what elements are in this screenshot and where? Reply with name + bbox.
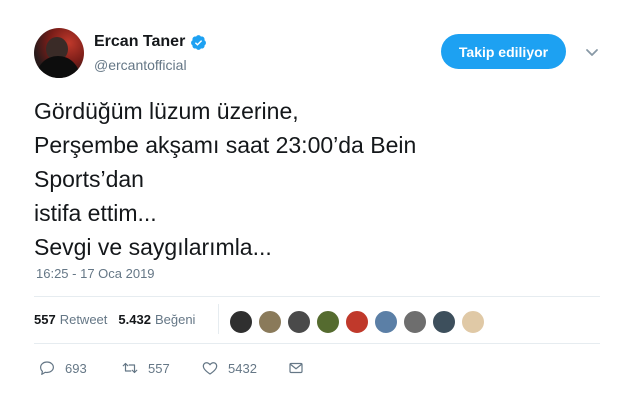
liker-avatar[interactable]: [287, 310, 311, 334]
retweets-stat[interactable]: 557 Retweet: [34, 312, 107, 327]
tweet-line: Sevgi ve saygılarımla...: [34, 234, 272, 260]
liker-avatar[interactable]: [345, 310, 369, 334]
liker-avatar[interactable]: [374, 310, 398, 334]
display-name[interactable]: Ercan Taner: [94, 33, 185, 51]
retweet-count: 557: [148, 360, 170, 376]
retweets-count: 557: [34, 312, 56, 327]
stats-separator: [218, 304, 219, 334]
like-count: 5432: [228, 360, 257, 376]
likes-count: 5.432: [118, 312, 151, 327]
avatar-body: [36, 56, 80, 78]
liker-avatar[interactable]: [432, 310, 456, 334]
author-name-row: Ercan Taner: [94, 33, 207, 51]
reply-button[interactable]: 693: [38, 359, 121, 377]
avatar[interactable]: [34, 28, 84, 78]
liker-avatars: [229, 310, 490, 334]
likes-label: Beğeni: [154, 312, 196, 327]
reply-icon: [40, 361, 54, 375]
tweet-actions: 693 557 5432: [38, 359, 305, 377]
divider: [34, 296, 600, 297]
tweet-text: Gördüğüm lüzum üzerine, Perşembe akşamı …: [34, 94, 594, 264]
following-button[interactable]: Takip ediliyor: [441, 34, 566, 69]
retweet-button[interactable]: 557: [121, 359, 201, 377]
tweet-line: Sports’dan: [34, 166, 144, 192]
direct-message-button[interactable]: [287, 359, 305, 377]
heart-icon: [202, 362, 218, 375]
liker-avatar[interactable]: [316, 310, 340, 334]
tweet-line: Gördüğüm lüzum üzerine,: [34, 98, 299, 124]
reply-count: 693: [65, 360, 87, 376]
retweet-icon: [122, 362, 138, 374]
envelope-icon: [289, 362, 303, 374]
verified-badge-icon: [191, 34, 207, 50]
tweet-line: Perşembe akşamı saat 23:00’da Bein: [34, 132, 417, 158]
chevron-down-icon[interactable]: [584, 44, 600, 60]
engagement-stats: 557 Retweet 5.432 Beğeni: [34, 312, 206, 327]
liker-avatar[interactable]: [403, 310, 427, 334]
liker-avatar[interactable]: [229, 310, 253, 334]
retweets-label: Retweet: [59, 312, 108, 327]
liker-avatar[interactable]: [258, 310, 282, 334]
tweet-timestamp[interactable]: 16:25 - 17 Oca 2019: [36, 266, 155, 281]
like-button[interactable]: 5432: [201, 359, 287, 377]
author-handle[interactable]: @ercantofficial: [94, 57, 187, 73]
divider: [34, 343, 600, 344]
liker-avatar[interactable]: [461, 310, 485, 334]
likes-stat[interactable]: 5.432 Beğeni: [118, 312, 195, 327]
tweet-line: istifa ettim...: [34, 200, 157, 226]
tweet-card: Ercan Taner @ercantofficial Takip ediliy…: [0, 0, 640, 418]
